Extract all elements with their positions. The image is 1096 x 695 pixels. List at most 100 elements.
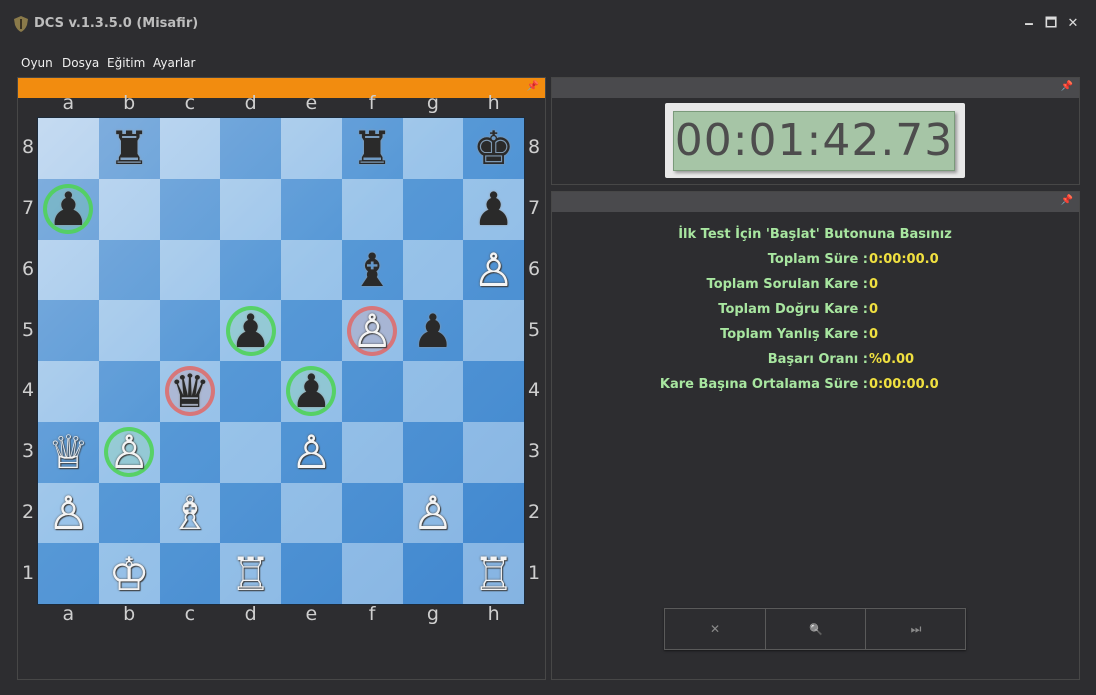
square-c3[interactable]	[159, 421, 221, 483]
file-label-e: e	[305, 92, 318, 114]
timer-display: 00:01:42.73	[665, 103, 965, 178]
square-c1[interactable]	[159, 543, 221, 604]
pin-icon[interactable]: 📌	[1061, 195, 1073, 206]
square-b7[interactable]	[98, 178, 160, 240]
square-e2[interactable]	[281, 482, 342, 544]
square-e7[interactable]	[281, 178, 342, 240]
square-a6[interactable]	[38, 239, 99, 301]
rank-label-5: 5	[527, 318, 541, 341]
black-pawn-h7[interactable]: ♟	[463, 179, 524, 240]
rank-label-3: 3	[527, 440, 541, 463]
title-bar: DCS v.1.3.5.0 (Misafir) 🗕 🗖 ✕	[0, 0, 1096, 48]
file-label-a: a	[62, 603, 75, 625]
black-king-h8[interactable]: ♚	[463, 118, 524, 179]
rank-label-3: 3	[21, 440, 35, 463]
square-g3[interactable]	[402, 421, 464, 483]
file-label-h: h	[487, 92, 500, 114]
rank-label-4: 4	[527, 379, 541, 402]
square-b5[interactable]	[98, 300, 160, 361]
square-c7[interactable]	[159, 178, 221, 240]
square-h5[interactable]	[463, 300, 524, 361]
square-h3[interactable]	[463, 421, 524, 483]
square-a1[interactable]	[38, 543, 99, 604]
square-e1[interactable]	[281, 543, 342, 604]
black-rook-b8[interactable]: ♜	[99, 118, 160, 179]
square-a4[interactable]	[38, 361, 99, 422]
stop-button[interactable]: ✕	[665, 609, 765, 649]
menu-dosya[interactable]: Dosya	[62, 52, 99, 74]
close-window-button[interactable]: ✕	[1062, 14, 1084, 34]
rank-label-6: 6	[21, 257, 35, 280]
square-g6[interactable]	[402, 239, 464, 301]
square-h4[interactable]	[463, 361, 524, 422]
maximize-button[interactable]: 🗖	[1040, 14, 1062, 34]
square-c5[interactable]	[159, 300, 221, 361]
white-pawn-e3[interactable]: ♙	[281, 422, 342, 483]
square-e6[interactable]	[281, 239, 342, 301]
file-label-f: f	[368, 92, 376, 114]
black-pawn-e4[interactable]: ♟	[281, 361, 342, 422]
square-a8[interactable]	[38, 118, 99, 179]
rank-label-1: 1	[21, 561, 35, 584]
black-pawn-a7[interactable]: ♟	[38, 179, 99, 240]
black-rook-f8[interactable]: ♜	[342, 118, 403, 179]
pin-icon[interactable]: 📌	[1061, 81, 1073, 92]
square-g1[interactable]	[402, 543, 464, 604]
chess-board[interactable]: ♜ ♜ ♚ ♟ ♟ ♝ ♙ ♟ ♙ ♟ ♛ ♟ ♕ ♙ ♙ ♙ ♗ ♙ ♔ ♖ ♖	[38, 118, 524, 604]
file-label-b: b	[123, 603, 136, 625]
white-rook-h1[interactable]: ♖	[463, 543, 524, 604]
white-pawn-g2[interactable]: ♙	[403, 483, 464, 544]
square-f4[interactable]	[341, 361, 403, 422]
square-b4[interactable]	[98, 361, 160, 422]
square-d6[interactable]	[220, 239, 281, 301]
square-d8[interactable]	[220, 118, 281, 179]
menu-egitim[interactable]: Eğitim	[107, 52, 145, 74]
black-queen-c4[interactable]: ♛	[160, 361, 221, 422]
menu-oyun[interactable]: Oyun	[21, 52, 53, 74]
square-b2[interactable]	[98, 482, 160, 544]
white-bishop-c2[interactable]: ♗	[160, 483, 221, 544]
menu-ayarlar[interactable]: Ayarlar	[153, 52, 195, 74]
white-king-b1[interactable]: ♔	[99, 543, 160, 604]
square-a5[interactable]	[38, 300, 99, 361]
minimize-button[interactable]: 🗕	[1018, 14, 1040, 34]
square-f2[interactable]	[341, 482, 403, 544]
square-d3[interactable]	[220, 421, 281, 483]
square-d7[interactable]	[220, 178, 281, 240]
white-pawn-f5[interactable]: ♙	[342, 300, 403, 361]
white-pawn-a2[interactable]: ♙	[38, 483, 99, 544]
next-button[interactable]: ⏭	[865, 609, 966, 649]
white-rook-d1[interactable]: ♖	[220, 543, 281, 604]
square-c8[interactable]	[159, 118, 221, 179]
square-f3[interactable]	[341, 421, 403, 483]
file-label-d: d	[244, 92, 257, 114]
hint-button[interactable]: 🔍	[765, 609, 866, 649]
square-d4[interactable]	[220, 361, 281, 422]
black-pawn-d5[interactable]: ♟	[220, 300, 281, 361]
white-pawn-b3[interactable]: ♙	[99, 422, 160, 483]
square-h2[interactable]	[463, 482, 524, 544]
stat-value: 0	[869, 277, 879, 292]
black-bishop-f6[interactable]: ♝	[342, 240, 403, 301]
rank-label-8: 8	[527, 136, 541, 159]
square-d2[interactable]	[220, 482, 281, 544]
square-f1[interactable]	[341, 543, 403, 604]
file-label-g: g	[426, 92, 439, 114]
square-g7[interactable]	[402, 178, 464, 240]
black-pawn-g5[interactable]: ♟	[403, 300, 464, 361]
square-g8[interactable]	[402, 118, 464, 179]
square-e5[interactable]	[281, 300, 342, 361]
square-g4[interactable]	[402, 361, 464, 422]
timer-panel-header: 📌	[552, 78, 1079, 98]
stat-value: 0	[869, 302, 879, 317]
stat-label: Toplam Süre :	[767, 252, 868, 267]
square-c6[interactable]	[159, 239, 221, 301]
square-f7[interactable]	[341, 178, 403, 240]
square-e8[interactable]	[281, 118, 342, 179]
white-queen-a3[interactable]: ♕	[38, 422, 99, 483]
stat-label: Toplam Yanlış Kare :	[720, 327, 868, 342]
rank-label-7: 7	[527, 197, 541, 220]
pin-icon[interactable]: 📌	[527, 81, 539, 92]
square-b6[interactable]	[98, 239, 160, 301]
white-pawn-h6[interactable]: ♙	[463, 240, 524, 301]
